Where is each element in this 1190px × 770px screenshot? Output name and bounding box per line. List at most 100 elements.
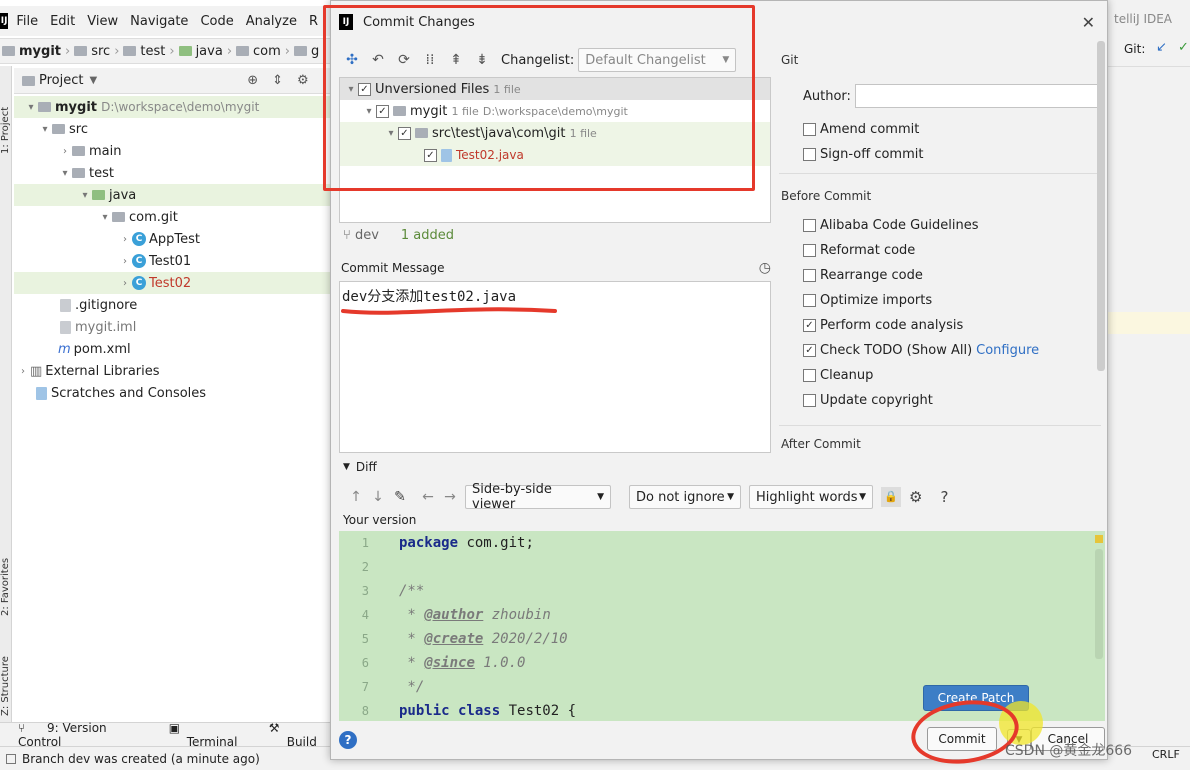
menu-analyze[interactable]: Analyze bbox=[246, 14, 297, 29]
arrow-left-icon[interactable]: ← bbox=[417, 489, 439, 505]
chevron-down-icon[interactable]: ▾ bbox=[98, 212, 112, 223]
arrow-right-icon[interactable]: → bbox=[439, 489, 461, 505]
tree-node-class[interactable]: › C Test02 bbox=[14, 272, 330, 294]
before-commit-option[interactable]: Rearrange code bbox=[779, 263, 1101, 288]
collapse-icon[interactable]: ⇕ bbox=[272, 73, 283, 88]
tree-node-file[interactable]: .gitignore bbox=[14, 294, 330, 316]
chevron-right-icon[interactable]: › bbox=[118, 278, 132, 289]
chevron-down-icon[interactable]: ▾ bbox=[58, 168, 72, 179]
option-label: Update copyright bbox=[820, 393, 933, 408]
chevron-down-icon[interactable]: ▼ bbox=[89, 75, 97, 86]
chevron-down-icon[interactable]: ▾ bbox=[38, 124, 52, 135]
author-input[interactable] bbox=[854, 84, 1101, 108]
tree-node-file[interactable]: m pom.xml bbox=[14, 338, 330, 360]
chevron-right-icon[interactable]: › bbox=[118, 256, 132, 267]
tree-node-class[interactable]: › C Test01 bbox=[14, 250, 330, 272]
build-tab[interactable]: ⚒ Build bbox=[269, 721, 330, 749]
terminal-tab[interactable]: ▣ Terminal bbox=[169, 721, 251, 749]
breadcrumb-item[interactable]: mygit bbox=[19, 44, 61, 59]
project-view-selector[interactable]: Project bbox=[39, 73, 83, 88]
menu-refactor[interactable]: R bbox=[309, 14, 318, 29]
window-title: telliJ IDEA bbox=[1114, 12, 1173, 26]
breadcrumb-item[interactable]: test bbox=[140, 44, 165, 59]
diff-scrollbar[interactable] bbox=[1095, 549, 1103, 659]
help-icon[interactable]: ? bbox=[339, 731, 357, 749]
tree-node-root[interactable]: ▾ mygit D:\workspace\demo\mygit bbox=[14, 96, 330, 118]
breadcrumb-item[interactable]: com bbox=[253, 44, 281, 59]
before-commit-option[interactable]: ✓ Check TODO (Show All) Configure bbox=[779, 338, 1101, 363]
checkbox[interactable] bbox=[803, 244, 816, 257]
line-separator[interactable]: CRLF bbox=[1152, 748, 1180, 761]
tree-node-file[interactable]: mygit.iml bbox=[14, 316, 330, 338]
tree-node-package[interactable]: ▾ com.git bbox=[14, 206, 330, 228]
tree-node-test[interactable]: ▾ test bbox=[14, 162, 330, 184]
update-project-icon[interactable]: ↙ bbox=[1156, 40, 1167, 55]
close-icon[interactable]: ✕ bbox=[1082, 13, 1095, 32]
tree-node-main[interactable]: › main bbox=[14, 140, 330, 162]
menu-code[interactable]: Code bbox=[200, 14, 233, 29]
checkbox[interactable] bbox=[803, 148, 816, 161]
checkbox[interactable] bbox=[803, 269, 816, 282]
diff-section-header[interactable]: ▼ Diff bbox=[343, 457, 643, 477]
gear-icon[interactable]: ⚙ bbox=[297, 73, 309, 88]
breadcrumb-item[interactable]: g bbox=[311, 44, 319, 59]
code-text: */ bbox=[399, 679, 425, 695]
tree-node-src[interactable]: ▾ src bbox=[14, 118, 330, 140]
configure-link[interactable]: Configure bbox=[976, 343, 1039, 358]
watermark: CSDN @黄金龙666 bbox=[1005, 743, 1133, 759]
help-icon[interactable]: ? bbox=[940, 488, 948, 506]
java-class-icon: C bbox=[132, 232, 146, 246]
code-text: com.git; bbox=[458, 535, 534, 551]
menu-edit[interactable]: Edit bbox=[50, 14, 75, 29]
before-commit-option[interactable]: Optimize imports bbox=[779, 288, 1101, 313]
checkbox-checked[interactable]: ✓ bbox=[803, 344, 816, 357]
tree-node-java[interactable]: ▾ java bbox=[14, 184, 330, 206]
tree-node-libraries[interactable]: › ▥ External Libraries bbox=[14, 360, 330, 382]
options-scrollbar[interactable] bbox=[1097, 41, 1105, 371]
highlight-select[interactable]: Highlight words ▼ bbox=[749, 485, 873, 509]
viewer-select[interactable]: Side-by-side viewer ▼ bbox=[465, 482, 611, 512]
history-icon[interactable]: ◷ bbox=[759, 260, 771, 276]
checkbox[interactable] bbox=[803, 369, 816, 382]
tree-node-scratches[interactable]: Scratches and Consoles bbox=[14, 382, 330, 404]
breadcrumb-item[interactable]: java bbox=[196, 44, 223, 59]
checkbox[interactable] bbox=[803, 394, 816, 407]
menu-file[interactable]: File bbox=[16, 14, 38, 29]
chevron-right-icon[interactable]: › bbox=[118, 234, 132, 245]
version-control-tab[interactable]: ⑂ 9: Version Control bbox=[18, 721, 151, 749]
before-commit-option[interactable]: Update copyright bbox=[779, 388, 1101, 413]
tree-node-class[interactable]: › C AppTest bbox=[14, 228, 330, 250]
before-commit-option[interactable]: Cleanup bbox=[779, 363, 1101, 388]
tree-node-label: test bbox=[89, 165, 114, 181]
locate-icon[interactable]: ⊕ bbox=[247, 73, 258, 88]
signoff-commit-option[interactable]: Sign-off commit bbox=[779, 142, 1101, 167]
chevron-right-icon[interactable]: › bbox=[58, 146, 72, 157]
amend-commit-option[interactable]: Amend commit bbox=[779, 117, 1101, 142]
checkbox[interactable] bbox=[803, 219, 816, 232]
arrow-down-icon[interactable]: ↓ bbox=[367, 489, 389, 505]
checkbox[interactable] bbox=[803, 294, 816, 307]
commit-icon[interactable]: ✓ bbox=[1178, 40, 1189, 55]
checkbox[interactable] bbox=[803, 123, 816, 136]
breadcrumb-item[interactable]: src bbox=[91, 44, 110, 59]
gear-icon[interactable]: ⚙ bbox=[909, 488, 922, 506]
menu-view[interactable]: View bbox=[87, 14, 118, 29]
before-commit-option[interactable]: ✓ Perform code analysis bbox=[779, 313, 1101, 338]
comment-prefix: * bbox=[399, 655, 425, 671]
project-tree: ▾ mygit D:\workspace\demo\mygit ▾ src › mai… bbox=[14, 96, 330, 716]
before-commit-option[interactable]: Alibaba Code Guidelines bbox=[779, 213, 1101, 238]
structure-tool-tab[interactable]: Z: Structure bbox=[0, 626, 12, 716]
edit-icon[interactable]: ✎ bbox=[389, 489, 411, 505]
project-tool-tab[interactable]: 1: Project bbox=[0, 74, 12, 154]
before-commit-option[interactable]: Reformat code bbox=[779, 238, 1101, 263]
ignore-select[interactable]: Do not ignore ▼ bbox=[629, 485, 741, 509]
arrow-up-icon[interactable]: ↑ bbox=[345, 489, 367, 505]
chevron-right-icon[interactable]: › bbox=[16, 366, 30, 377]
lock-icon[interactable]: 🔒 bbox=[881, 487, 901, 507]
chevron-down-icon[interactable]: ▼ bbox=[343, 462, 350, 472]
favorites-tool-tab[interactable]: 2: Favorites bbox=[0, 526, 12, 616]
menu-navigate[interactable]: Navigate bbox=[130, 14, 188, 29]
chevron-down-icon[interactable]: ▾ bbox=[78, 190, 92, 201]
chevron-down-icon[interactable]: ▾ bbox=[24, 102, 38, 113]
checkbox-checked[interactable]: ✓ bbox=[803, 319, 816, 332]
